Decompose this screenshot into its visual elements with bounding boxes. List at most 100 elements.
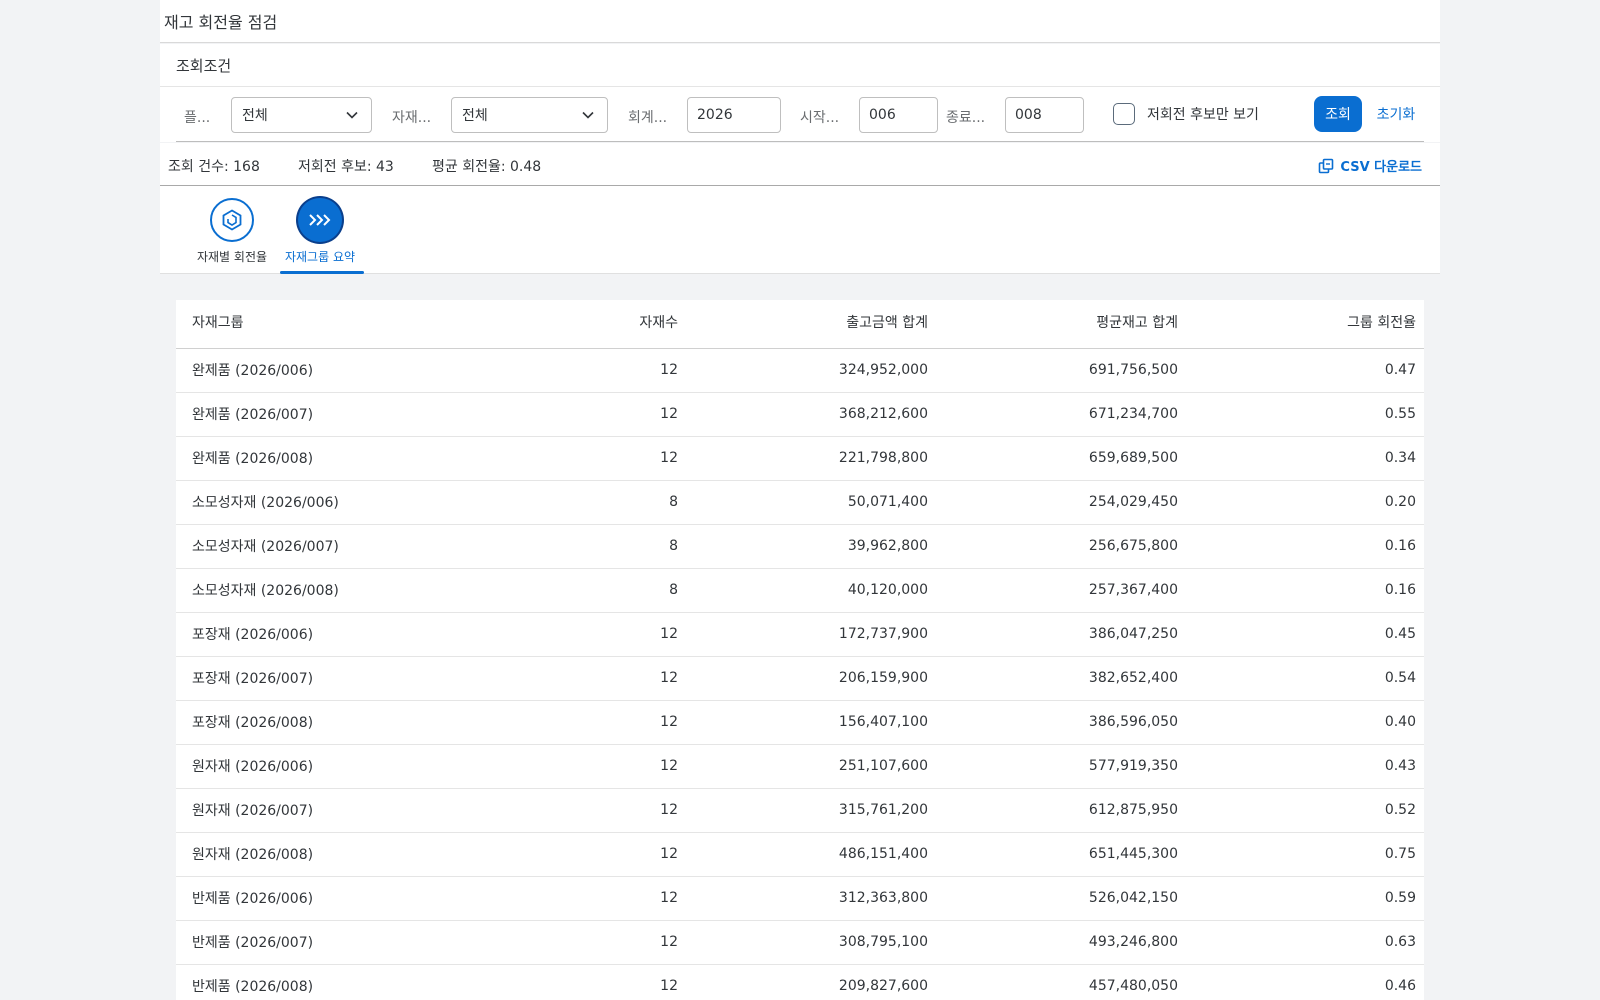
tab-material-turnover-label: 자재별 회전율 <box>196 250 268 264</box>
tab-material-turnover[interactable]: 자재별 회전율 <box>192 198 272 265</box>
filter-panel: 조회조건 플... 전체 자재... 전체 회계... 2026 시작... 0… <box>160 44 1440 142</box>
material-group-cell: 반제품 (2026/006) <box>176 876 516 921</box>
material-group-cell: 완제품 (2026/006) <box>176 348 516 393</box>
issue-amount-cell: 486,151,400 <box>686 832 936 877</box>
avg-inventory-cell: 577,919,350 <box>936 744 1186 789</box>
issue-amount-cell: 368,212,600 <box>686 392 936 437</box>
table-row[interactable]: 완제품 (2026/006) 12 324,952,000 691,756,500 0.… <box>176 348 1424 393</box>
table-row[interactable]: 소모성자재 (2026/007) 8 39,962,800 256,675,800 0.… <box>176 524 1424 569</box>
table-row[interactable]: 완제품 (2026/008) 12 221,798,800 659,689,500 0.… <box>176 436 1424 481</box>
plant-select[interactable]: 전체 <box>231 97 372 133</box>
group-turnover-cell: 0.75 <box>1186 832 1424 877</box>
avg-inventory-cell: 671,234,700 <box>936 392 1186 437</box>
group-turnover-cell: 0.20 <box>1186 480 1424 525</box>
issue-amount-cell: 324,952,000 <box>686 348 936 393</box>
search-button[interactable]: 조회 <box>1314 96 1362 132</box>
avg-inventory-cell: 659,689,500 <box>936 436 1186 481</box>
start-period-label: 시작... <box>800 110 840 126</box>
material-group-cell: 소모성자재 (2026/008) <box>176 568 516 613</box>
material-count-cell: 12 <box>516 436 686 481</box>
tab-group-summary[interactable]: 자재그룹 요약 <box>278 198 362 265</box>
column-header-group-turnover[interactable]: 그룹 회전율 <box>1186 300 1424 349</box>
table-row[interactable]: 반제품 (2026/006) 12 312,363,800 526,042,150 0.… <box>176 876 1424 921</box>
issue-amount-cell: 206,159,900 <box>686 656 936 701</box>
material-count-cell: 8 <box>516 480 686 525</box>
material-group-cell: 원자재 (2026/007) <box>176 788 516 833</box>
chevron-down-icon <box>346 111 358 119</box>
low-turnover-only-toggle[interactable]: 저회전 후보만 보기 <box>1113 103 1259 125</box>
material-group-cell: 완제품 (2026/007) <box>176 392 516 437</box>
material-count-cell: 12 <box>516 656 686 701</box>
filter-header[interactable]: 조회조건 <box>160 44 1440 87</box>
group-turnover-cell: 0.63 <box>1186 920 1424 965</box>
end-period-input[interactable]: 008 <box>1005 97 1084 133</box>
material-count-cell: 12 <box>516 876 686 921</box>
avg-inventory-cell: 457,480,050 <box>936 964 1186 1000</box>
group-turnover-cell: 0.16 <box>1186 568 1424 613</box>
low-candidate-count: 저회전 후보: 43 <box>298 159 394 175</box>
group-turnover-cell: 0.43 <box>1186 744 1424 789</box>
material-count-cell: 12 <box>516 964 686 1000</box>
material-select-value: 전체 <box>462 108 488 124</box>
plant-select-value: 전체 <box>242 108 268 124</box>
reset-button[interactable]: 초기화 <box>1366 96 1426 132</box>
issue-amount-cell: 156,407,100 <box>686 700 936 745</box>
group-turnover-cell: 0.52 <box>1186 788 1424 833</box>
group-turnover-cell: 0.16 <box>1186 524 1424 569</box>
group-turnover-cell: 0.46 <box>1186 964 1424 1000</box>
chevron-down-icon <box>582 111 594 119</box>
issue-amount-cell: 251,107,600 <box>686 744 936 789</box>
table-row[interactable]: 포장재 (2026/006) 12 172,737,900 386,047,250 0.… <box>176 612 1424 657</box>
issue-amount-cell: 50,071,400 <box>686 480 936 525</box>
issue-amount-cell: 308,795,100 <box>686 920 936 965</box>
group-turnover-cell: 0.54 <box>1186 656 1424 701</box>
fiscal-year-label: 회계... <box>628 110 668 126</box>
issue-amount-cell: 39,962,800 <box>686 524 936 569</box>
avg-inventory-cell: 651,445,300 <box>936 832 1186 877</box>
column-header-material-group[interactable]: 자재그룹 <box>176 300 516 349</box>
low-turnover-checkbox[interactable] <box>1113 103 1135 125</box>
avg-inventory-cell: 254,029,450 <box>936 480 1186 525</box>
filter-row: 플... 전체 자재... 전체 회계... 2026 시작... 006 종료… <box>176 87 1424 142</box>
avg-inventory-cell: 526,042,150 <box>936 876 1186 921</box>
table-row[interactable]: 소모성자재 (2026/008) 8 40,120,000 257,367,400 0.… <box>176 568 1424 613</box>
table-row[interactable]: 반제품 (2026/007) 12 308,795,100 493,246,800 0.… <box>176 920 1424 965</box>
material-count-cell: 12 <box>516 392 686 437</box>
material-select[interactable]: 전체 <box>451 97 608 133</box>
material-count-cell: 12 <box>516 612 686 657</box>
material-group-cell: 포장재 (2026/006) <box>176 612 516 657</box>
group-turnover-cell: 0.34 <box>1186 436 1424 481</box>
table-row[interactable]: 원자재 (2026/006) 12 251,107,600 577,919,350 0.… <box>176 744 1424 789</box>
avg-inventory-cell: 256,675,800 <box>936 524 1186 569</box>
material-group-cell: 반제품 (2026/008) <box>176 964 516 1000</box>
average-turnover: 평균 회전율: 0.48 <box>432 159 542 175</box>
material-group-cell: 포장재 (2026/007) <box>176 656 516 701</box>
material-count-cell: 8 <box>516 568 686 613</box>
material-group-cell: 원자재 (2026/008) <box>176 832 516 877</box>
table-row[interactable]: 반제품 (2026/008) 12 209,827,600 457,480,050 0.… <box>176 964 1424 1000</box>
table-row[interactable]: 원자재 (2026/007) 12 315,761,200 612,875,950 0.… <box>176 788 1424 833</box>
column-header-avg-inventory[interactable]: 평균재고 합계 <box>936 300 1186 349</box>
table-row[interactable]: 원자재 (2026/008) 12 486,151,400 651,445,300 0.… <box>176 832 1424 877</box>
table-row[interactable]: 소모성자재 (2026/006) 8 50,071,400 254,029,450 0.… <box>176 480 1424 525</box>
tab-group-summary-label: 자재그룹 요약 <box>284 250 356 264</box>
table-row[interactable]: 포장재 (2026/008) 12 156,407,100 386,596,050 0.… <box>176 700 1424 745</box>
page: 재고 회전율 점검 조회조건 플... 전체 자재... 전체 회계... 20… <box>160 0 1440 1000</box>
csv-download-button[interactable]: CSV 다운로드 <box>1318 156 1422 175</box>
view-tabs: 자재별 회전율 자재그룹 요약 <box>160 186 1440 274</box>
material-group-cell: 소모성자재 (2026/006) <box>176 480 516 525</box>
avg-inventory-cell: 691,756,500 <box>936 348 1186 393</box>
issue-amount-cell: 172,737,900 <box>686 612 936 657</box>
start-period-input[interactable]: 006 <box>859 97 938 133</box>
column-header-issue-amount[interactable]: 출고금액 합계 <box>686 300 936 349</box>
table-row[interactable]: 완제품 (2026/007) 12 368,212,600 671,234,700 0.… <box>176 392 1424 437</box>
page-title: 재고 회전율 점검 <box>160 0 1440 43</box>
table-row[interactable]: 포장재 (2026/007) 12 206,159,900 382,652,400 0.… <box>176 656 1424 701</box>
material-label: 자재... <box>392 110 432 126</box>
fiscal-year-input[interactable]: 2026 <box>687 97 781 133</box>
avg-inventory-cell: 382,652,400 <box>936 656 1186 701</box>
material-group-cell: 원자재 (2026/006) <box>176 744 516 789</box>
column-header-material-count[interactable]: 자재수 <box>516 300 686 349</box>
material-group-cell: 반제품 (2026/007) <box>176 920 516 965</box>
group-turnover-cell: 0.59 <box>1186 876 1424 921</box>
